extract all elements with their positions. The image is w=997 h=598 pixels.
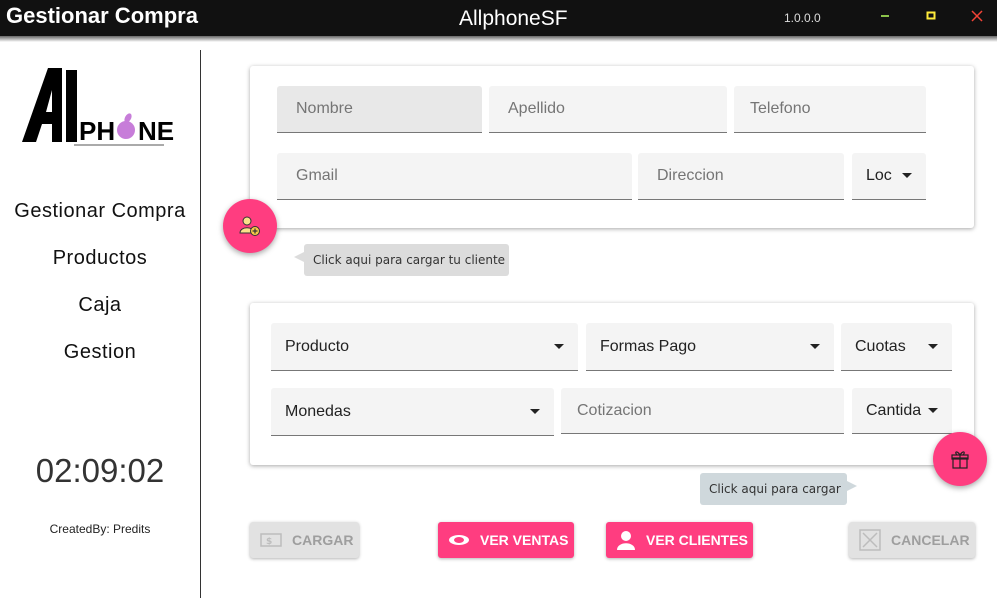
maximize-button[interactable] [921,6,941,26]
client-tooltip-arrow [294,252,304,262]
client-tooltip: Click aqui para cargar tu cliente [304,244,509,276]
allphone-logo-icon: PH NE [22,68,174,146]
svg-text:$: $ [266,537,272,547]
gift-box-icon [951,451,969,469]
chevron-down-icon [810,343,820,349]
direccion-field[interactable]: Direccion [638,153,844,200]
app-logo: PH NE [22,68,177,148]
monedas-value: Monedas [285,402,351,420]
svg-text:NE: NE [138,116,174,146]
title-bar: Gestionar Compra AllphoneSF 1.0.0.0 [0,0,997,36]
add-product-fab[interactable] [933,432,987,486]
ver-clientes-label: VER CLIENTES [646,532,748,548]
maximize-icon [926,11,936,20]
cancelar-label: CANCELAR [891,532,970,548]
cotizacion-field[interactable]: Cotizacion [561,388,844,434]
monedas-select[interactable]: Monedas [271,388,554,436]
formas-pago-value: Formas Pago [600,337,697,355]
cash-icon: $ [260,532,282,548]
product-tooltip: Click aqui para cargar [700,473,847,505]
producto-select[interactable]: Producto [271,323,578,371]
chevron-down-icon [554,343,564,349]
cuotas-value: Cuotas [855,337,906,355]
sidebar-item-caja[interactable]: Caja [0,294,200,317]
sidebar-item-gestionar-compra[interactable]: Gestionar Compra [0,200,200,223]
title-shadow [0,36,997,42]
close-button[interactable] [967,6,987,26]
localidad-select[interactable]: Loc [852,153,926,200]
add-client-fab[interactable] [223,199,277,253]
chevron-down-icon [902,173,912,178]
app-name: AllphoneSF [459,7,568,30]
minimize-icon [881,15,889,17]
cuotas-select[interactable]: Cuotas [841,323,952,371]
cantidad-select[interactable]: Cantida [852,388,952,434]
eye-icon [448,533,470,547]
sidebar-item-gestion[interactable]: Gestion [0,341,200,364]
localidad-value: Loc [866,167,892,184]
producto-value: Producto [285,337,350,355]
product-tooltip-arrow [847,481,857,491]
user-icon [616,530,636,550]
sidebar-item-productos[interactable]: Productos [0,247,200,270]
close-icon [971,10,983,22]
ver-ventas-label: VER VENTAS [480,532,569,548]
cantidad-value: Cantida [866,401,922,419]
credit-label: CreatedBy: Predits [49,522,151,536]
formas-pago-select[interactable]: Formas Pago [586,323,834,371]
apellido-field[interactable]: Apellido [489,86,727,133]
gmail-field[interactable]: Gmail [277,153,632,200]
cargar-button[interactable]: $ CARGAR [250,522,359,558]
cancelar-button[interactable]: CANCELAR [849,522,975,558]
chevron-down-icon [928,343,938,349]
ver-ventas-button[interactable]: VER VENTAS [438,522,574,558]
cancel-icon [859,529,881,551]
add-user-icon [239,216,260,236]
chevron-down-icon [530,408,540,414]
ver-clientes-button[interactable]: VER CLIENTES [606,522,753,558]
sidebar-divider [200,50,201,598]
svg-text:PH: PH [79,116,115,146]
clock: 02:09:02 [35,452,165,489]
window-title: Gestionar Compra [6,3,198,28]
nombre-field[interactable]: Nombre [277,86,482,133]
minimize-button[interactable] [875,6,895,26]
cargar-label: CARGAR [292,532,354,548]
version-label: 1.0.0.0 [784,11,821,25]
chevron-down-icon [928,407,938,413]
telefono-field[interactable]: Telefono [734,86,926,133]
